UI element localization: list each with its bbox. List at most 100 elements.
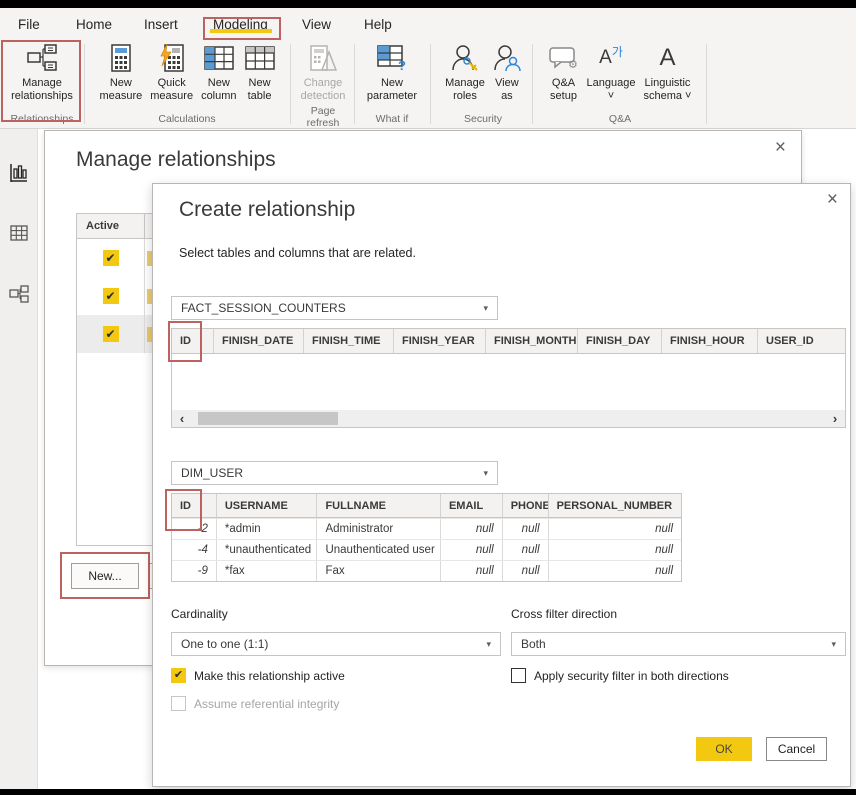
- scroll-left-icon[interactable]: ‹: [172, 410, 192, 427]
- unchecked-checkbox-icon[interactable]: [511, 668, 526, 683]
- data-view-icon[interactable]: [9, 223, 29, 243]
- group-label-security: Security: [436, 113, 530, 129]
- button-label: Linguisticschema ˅: [643, 77, 691, 103]
- fact-col-header[interactable]: ID: [172, 329, 214, 353]
- checked-checkbox-icon[interactable]: ✔: [171, 668, 186, 683]
- active-checkbox[interactable]: ✔: [103, 250, 119, 266]
- security-filter-checkbox-row[interactable]: Apply security filter in both directions: [511, 668, 729, 683]
- ribbon-separator: [430, 44, 431, 124]
- dim-table-header: ID USERNAME FULLNAME EMAIL PHONE PERSONA…: [172, 494, 681, 518]
- table-row[interactable]: -9 *fax Fax null null null: [172, 560, 681, 581]
- fact-col-header[interactable]: USER_ID: [758, 329, 845, 353]
- calculator-icon: [110, 42, 132, 74]
- report-view-icon[interactable]: [9, 163, 29, 183]
- tab-view[interactable]: View: [302, 13, 331, 35]
- fact-table: ID FINISH_DATE FINISH_TIME FINISH_YEAR F…: [171, 328, 846, 428]
- cell-fullname: Fax: [317, 561, 440, 581]
- group-label-what-if: What if: [360, 113, 424, 129]
- dim-col-header[interactable]: USERNAME: [217, 494, 318, 517]
- fact-col-header[interactable]: FINISH_HOUR: [662, 329, 758, 353]
- cardinality-select[interactable]: One to one (1:1) ▾: [171, 632, 501, 656]
- button-label: Quickmeasure: [150, 77, 193, 103]
- cell-email: null: [441, 519, 503, 539]
- table2-selected-value: DIM_USER: [181, 466, 243, 480]
- language-icon: A가: [599, 42, 623, 74]
- change-detection-icon: [309, 42, 337, 74]
- scroll-right-icon[interactable]: ›: [825, 410, 845, 427]
- dim-col-header[interactable]: EMAIL: [441, 494, 503, 517]
- fact-col-header[interactable]: FINISH_YEAR: [394, 329, 486, 353]
- button-label: Viewas: [495, 77, 519, 103]
- cell-phone: null: [503, 519, 549, 539]
- button-label: Changedetection: [301, 77, 346, 103]
- tab-file[interactable]: File: [18, 13, 40, 35]
- fact-col-header[interactable]: FINISH_DAY: [578, 329, 662, 353]
- cell-username: *unauthenticated: [217, 540, 318, 560]
- table-row[interactable]: -4 *unauthenticated Unauthenticated user…: [172, 539, 681, 560]
- tab-home[interactable]: Home: [76, 13, 112, 35]
- ribbon-separator: [706, 44, 707, 124]
- svg-text:?: ?: [398, 58, 406, 71]
- model-view-icon[interactable]: [9, 284, 29, 304]
- horizontal-scrollbar[interactable]: ‹ ›: [172, 410, 845, 427]
- scrollbar-thumb[interactable]: [198, 412, 338, 425]
- change-detection-button[interactable]: Changedetection: [298, 40, 349, 105]
- tab-insert[interactable]: Insert: [144, 13, 178, 35]
- ok-button[interactable]: OK: [696, 737, 752, 761]
- close-icon[interactable]: ×: [827, 192, 838, 208]
- table1-selected-value: FACT_SESSION_COUNTERS: [181, 301, 346, 315]
- make-active-checkbox-row[interactable]: ✔ Make this relationship active: [171, 668, 345, 683]
- fact-table-body: [172, 354, 845, 410]
- lightning-calculator-icon: [159, 42, 185, 74]
- table-column-icon: [204, 42, 234, 74]
- cancel-button[interactable]: Cancel: [766, 737, 827, 761]
- active-checkbox[interactable]: ✔: [103, 326, 119, 342]
- dim-col-header[interactable]: ID: [172, 494, 217, 517]
- dim-col-header[interactable]: FULLNAME: [317, 494, 440, 517]
- cell-personal-number: null: [549, 561, 681, 581]
- quick-measure-button[interactable]: Quickmeasure: [147, 40, 196, 105]
- new-measure-button[interactable]: Newmeasure: [96, 40, 145, 105]
- manage-roles-button[interactable]: Manageroles: [442, 40, 488, 105]
- chevron-down-icon: ▾: [486, 639, 491, 650]
- button-label: Newmeasure: [99, 77, 142, 103]
- cross-filter-select[interactable]: Both ▾: [511, 632, 846, 656]
- window-bottombar: [0, 789, 856, 795]
- make-active-label: Make this relationship active: [194, 669, 345, 683]
- manage-relationships-button[interactable]: Managerelationships: [8, 40, 76, 105]
- language-button[interactable]: A가 Language˅: [584, 40, 639, 105]
- table2-select[interactable]: DIM_USER ▾: [171, 461, 498, 485]
- create-relationship-dialog: × Create relationship Select tables and …: [152, 183, 851, 787]
- dim-col-header[interactable]: PERSONAL_NUMBER: [549, 494, 681, 517]
- ribbon-separator: [532, 44, 533, 124]
- new-column-button[interactable]: Newcolumn: [198, 40, 239, 105]
- close-icon[interactable]: ×: [775, 140, 786, 156]
- button-label: Newcolumn: [201, 77, 236, 103]
- qa-setup-button[interactable]: ⚙ Q&Asetup: [546, 40, 582, 105]
- fact-col-header[interactable]: FINISH_MONTH: [486, 329, 578, 353]
- ribbon-separator: [290, 44, 291, 124]
- fact-col-header[interactable]: FINISH_DATE: [214, 329, 304, 353]
- view-as-button[interactable]: Viewas: [490, 40, 524, 105]
- referential-integrity-checkbox-row: Assume referential integrity: [171, 696, 339, 711]
- window-titlebar: [0, 0, 856, 8]
- dim-col-header[interactable]: PHONE: [503, 494, 549, 517]
- table-icon: [245, 42, 275, 74]
- ribbon-group-page-refresh: Changedetection Page refresh: [294, 34, 352, 129]
- chevron-down-icon: ▾: [831, 639, 836, 650]
- new-relationship-button[interactable]: New...: [71, 563, 139, 589]
- active-checkbox[interactable]: ✔: [103, 288, 119, 304]
- new-parameter-button[interactable]: ? Newparameter: [364, 40, 420, 105]
- table1-select[interactable]: FACT_SESSION_COUNTERS ▾: [171, 296, 498, 320]
- table-row[interactable]: -2 *admin Administrator null null null: [172, 518, 681, 539]
- new-table-button[interactable]: Newtable: [242, 40, 278, 105]
- tab-help[interactable]: Help: [364, 13, 392, 35]
- cell-phone: null: [503, 540, 549, 560]
- linguistic-schema-button[interactable]: A Linguisticschema ˅: [640, 40, 694, 105]
- cell-username: *fax: [217, 561, 318, 581]
- active-column-header: Active: [77, 214, 145, 238]
- ribbon: File Home Insert Modeling View Help: [0, 8, 856, 129]
- fact-col-header[interactable]: FINISH_TIME: [304, 329, 394, 353]
- cardinality-label: Cardinality: [171, 607, 228, 621]
- chevron-down-icon: ▾: [483, 468, 488, 479]
